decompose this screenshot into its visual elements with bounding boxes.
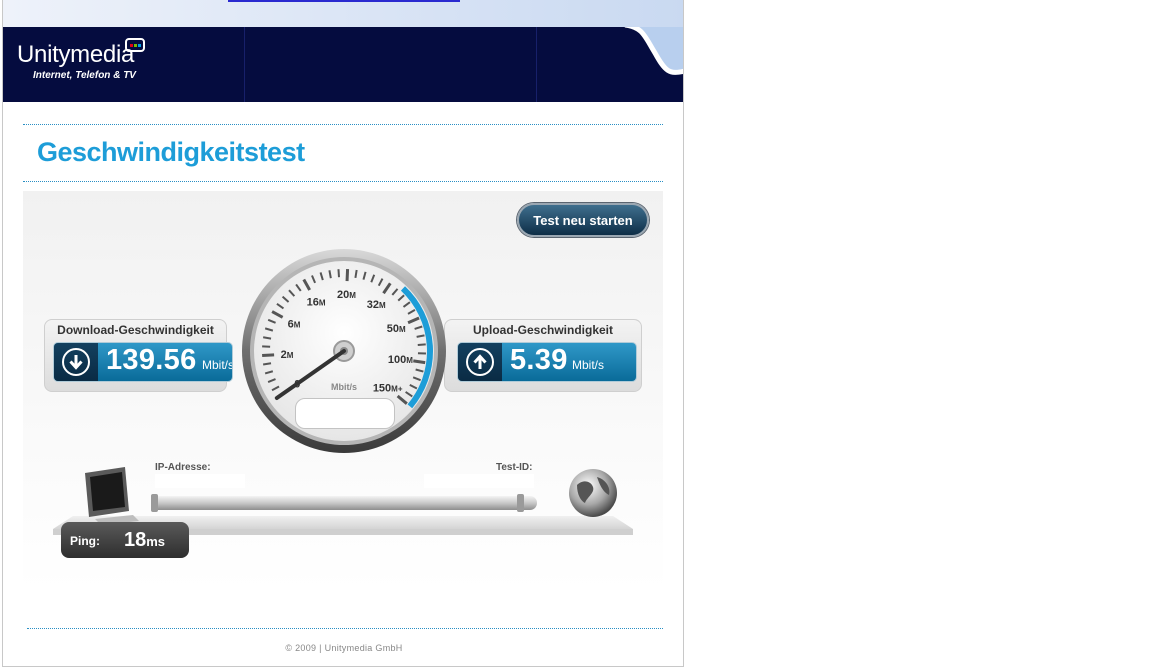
ping-label: Ping: [70,534,100,548]
arrow-up-circle-icon [466,348,494,376]
gauge-tick [337,269,340,278]
top-accent-line [228,0,460,2]
gauge-tick-label: 2M [281,349,294,361]
gauge-unit: Mbit/s [331,382,357,392]
download-unit: Mbit/s [202,358,233,372]
upload-box: Upload-Geschwindigkeit 5.39 Mbit/s [444,319,642,392]
gauge-tick-label: 6M [288,319,301,331]
page-title: Geschwindigkeitstest [37,137,305,167]
ping-value-wrap: 18ms [124,529,165,552]
globe-icon [569,469,617,517]
ip-address-value [155,474,245,488]
test-id-label: Test-ID: [496,462,533,473]
header-banner: Unitymedia Internet, Telefon & TV [3,27,683,102]
header-divider [244,27,245,102]
restart-test-button[interactable]: Test neu starten [517,203,649,237]
test-id-value [424,474,534,488]
upload-value: 5.39 [510,344,568,376]
gauge-tick [262,353,275,357]
gauge-tick [262,362,272,366]
logo-tagline: Internet, Telefon & TV [33,70,136,81]
download-meter: 139.56 Mbit/s [53,342,233,382]
upload-icon-area [458,343,502,381]
gauge-tick [262,336,272,340]
gauge-tick-label: 16M [307,296,326,308]
upload-label: Upload-Geschwindigkeit [472,323,613,337]
speedtest-panel: Test neu starten Download-Geschwindigkei… [23,191,663,591]
gauge-readout [295,398,395,429]
top-strip [3,0,683,27]
gauge-tick-label: 20M [337,289,356,301]
divider-dotted [27,628,663,629]
gauge-tick-label: 100M [388,354,413,366]
ping-unit: ms [146,534,166,549]
gauge-tick [354,269,358,279]
speech-bubble-icon [125,38,145,52]
divider-dotted [23,124,663,125]
gauge-tick [417,343,426,347]
footer-copyright: © 2009 | Unitymedia GmbH [285,643,403,653]
computer-monitor-icon [85,467,139,525]
unitymedia-logo[interactable]: Unitymedia Internet, Telefon & TV [17,38,145,81]
ping-display: Ping: 18ms [61,522,189,558]
gauge-tick [413,359,426,365]
gauge-tick-label: 32M [367,299,386,311]
gauge-tick [345,269,350,282]
download-box: Download-Geschwindigkeit 139.56 Mbit/s [44,319,233,392]
upload-meter: 5.39 Mbit/s [457,342,637,382]
download-value: 139.56 [106,344,197,376]
upload-unit: Mbit/s [572,358,605,372]
gauge-tick-label: 50M [387,323,406,335]
divider-dotted [23,181,663,182]
logo-text: Unitymedia [17,41,135,68]
arrow-down-circle-icon [62,348,90,376]
gauge-tick-label: 150M+ [373,383,403,395]
gauge-tick [328,270,332,279]
header-divider [536,27,537,102]
speedtest-window: Unitymedia Internet, Telefon & TV Geschw… [2,0,684,667]
ping-value: 18 [124,529,147,551]
header-swoosh [624,27,683,75]
ip-address-label: IP-Adresse: [155,462,211,473]
download-label: Download-Geschwindigkeit [57,323,214,337]
download-icon-area [54,343,98,381]
